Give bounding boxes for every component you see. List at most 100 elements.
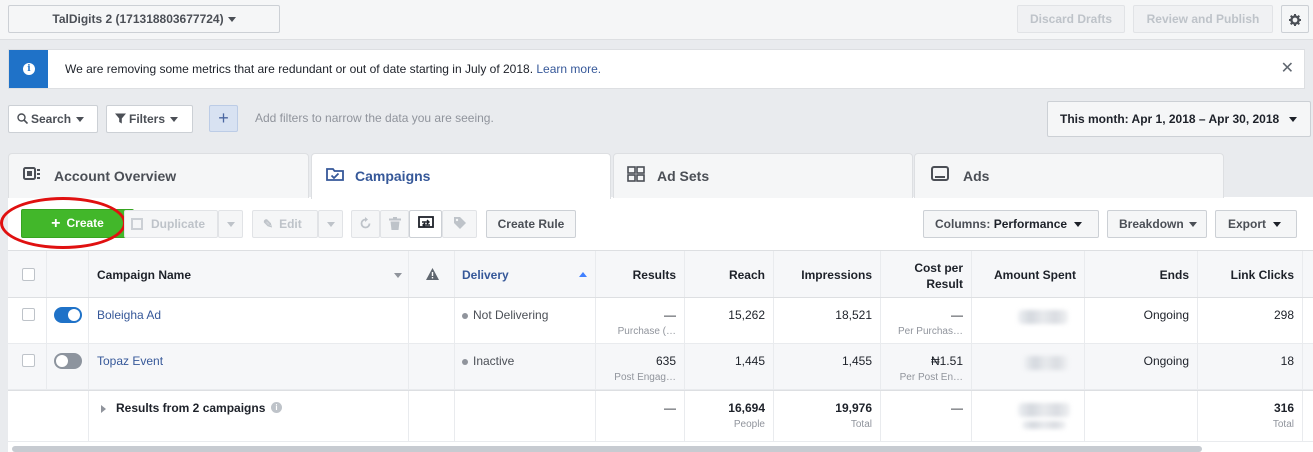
redacted-amount [1018, 403, 1070, 417]
header-cost-per-result[interactable]: Cost per Result [881, 251, 972, 297]
campaign-name-link[interactable]: Topaz Event [97, 354, 163, 368]
grid-icon [627, 166, 645, 182]
learn-more-link[interactable]: Learn more. [536, 62, 601, 76]
results-type: Purchase (… [617, 326, 676, 337]
columns-button[interactable]: Columns: Performance [923, 210, 1099, 238]
tab-ads[interactable]: Ads [914, 153, 1224, 198]
tab-campaigns[interactable]: Campaigns [311, 153, 611, 199]
create-button[interactable]: + Create [21, 209, 134, 238]
tab-label: Campaigns [355, 168, 431, 184]
status-dot-icon [462, 312, 468, 319]
tab-account-overview[interactable]: Account Overview [8, 153, 309, 198]
delivery-label: Not Delivering [473, 308, 549, 322]
table-row[interactable]: Boleigha Ad Not Delivering — Purchase (… … [8, 298, 1313, 344]
toggle-knob [68, 309, 80, 321]
horizontal-scrollbar[interactable] [12, 446, 1202, 452]
results-value: 635 [655, 354, 676, 368]
summary-reach-cell: 16,694 People [685, 391, 774, 441]
chevron-down-icon [1273, 222, 1282, 228]
summary-cost: — [951, 401, 963, 415]
row-checkbox[interactable] [22, 354, 35, 367]
close-icon[interactable]: ✕ [1281, 50, 1294, 88]
cost-type: Per Purchas… [897, 326, 963, 337]
search-icon [17, 113, 29, 125]
create-rule-button[interactable]: Create Rule [486, 210, 576, 238]
tab-ad-sets[interactable]: Ad Sets [613, 153, 913, 198]
header-delivery[interactable]: Delivery [455, 251, 596, 297]
campaign-toggle-on[interactable] [54, 307, 82, 323]
edit-label: Edit [279, 217, 302, 231]
row-select-cell [8, 344, 47, 389]
cost-cell: ₦1.51 Per Post En… [881, 344, 972, 389]
header-toggle-cell [47, 251, 89, 297]
redacted-amount [1018, 310, 1068, 324]
header-warning-cell [409, 251, 455, 297]
delete-button[interactable] [380, 210, 409, 238]
preview-button[interactable] [409, 210, 442, 238]
add-filter-button[interactable]: + [209, 105, 238, 132]
refresh-button[interactable] [351, 210, 380, 238]
reach-value: 15,262 [728, 308, 765, 322]
cost-cell: — Per Purchas… [881, 298, 972, 343]
select-all-checkbox[interactable] [22, 268, 35, 281]
header-campaign-name[interactable]: Campaign Name [89, 251, 409, 297]
filters-button[interactable]: Filters [106, 105, 193, 133]
plus-icon: + [51, 215, 61, 232]
link-clicks-value: 298 [1273, 308, 1294, 322]
review-publish-button[interactable]: Review and Publish [1133, 5, 1273, 33]
summary-label-cell[interactable]: Results from 2 campaigns i [89, 391, 409, 441]
date-range-label: This month: Apr 1, 2018 – Apr 30, 2018 [1060, 112, 1280, 126]
summary-reach: 16,694 [728, 401, 765, 415]
row-checkbox[interactable] [22, 308, 35, 321]
warning-icon [426, 268, 439, 280]
header-ends[interactable]: Ends [1085, 251, 1198, 297]
campaign-name-cell: Topaz Event [89, 344, 409, 389]
header-link-clicks[interactable]: Link Clicks [1198, 251, 1303, 297]
edit-dropdown[interactable] [318, 210, 343, 238]
export-button[interactable]: Export [1215, 210, 1297, 238]
summary-impressions: 19,976 [835, 401, 872, 415]
breakdown-button[interactable]: Breakdown [1107, 210, 1207, 238]
date-range-picker[interactable]: This month: Apr 1, 2018 – Apr 30, 2018 [1047, 101, 1311, 137]
cost-value: — [951, 308, 963, 322]
delivery-cell: Not Delivering [455, 298, 596, 343]
duplicate-dropdown[interactable] [218, 210, 243, 238]
summary-results-cell: — [596, 391, 685, 441]
trash-icon [388, 217, 401, 230]
summary-delivery-cell [455, 391, 596, 441]
cost-value: ₦1.51 [930, 354, 963, 368]
discard-drafts-button[interactable]: Discard Drafts [1017, 5, 1125, 33]
delivery-cell: Inactive [455, 344, 596, 389]
search-button[interactable]: Search [8, 105, 98, 133]
summary-results: — [664, 401, 676, 415]
info-icon[interactable]: i [271, 402, 282, 413]
header-amount-spent[interactable]: Amount Spent [972, 251, 1085, 297]
campaign-toggle-off[interactable] [54, 353, 82, 369]
results-type: Post Engag… [614, 372, 676, 383]
notice-message: We are removing some metrics that are re… [65, 50, 601, 88]
duplicate-icon [131, 218, 143, 230]
header-reach[interactable]: Reach [685, 251, 774, 297]
settings-button[interactable] [1281, 5, 1309, 33]
account-selector[interactable]: TalDigits 2 (171318803677724) [8, 5, 280, 33]
refresh-icon [360, 217, 371, 229]
delivery-status: Inactive [462, 354, 514, 368]
results-cell: 635 Post Engag… [596, 344, 685, 389]
chevron-down-icon [170, 117, 179, 123]
tag-button[interactable] [442, 210, 477, 238]
toggle-knob [56, 355, 68, 367]
redacted-amount [1024, 356, 1068, 370]
duplicate-button[interactable]: Duplicate [124, 210, 218, 238]
header-impressions[interactable]: Impressions [774, 251, 881, 297]
folder-check-icon [326, 168, 344, 181]
campaign-name-link[interactable]: Boleigha Ad [97, 308, 161, 322]
table-row[interactable]: Topaz Event Inactive 635 Post Engag… 1,44… [8, 344, 1313, 390]
link-clicks-value: 18 [1280, 354, 1294, 368]
header-results[interactable]: Results [596, 251, 685, 297]
reach-value: 1,445 [734, 354, 765, 368]
campaign-name-cell: Boleigha Ad [89, 298, 409, 343]
edit-button[interactable]: ✎ Edit [252, 210, 318, 238]
top-bar: TalDigits 2 (171318803677724) Discard Dr… [0, 0, 1313, 40]
impressions-value: 1,455 [841, 354, 872, 368]
header-label: Result [926, 277, 963, 291]
